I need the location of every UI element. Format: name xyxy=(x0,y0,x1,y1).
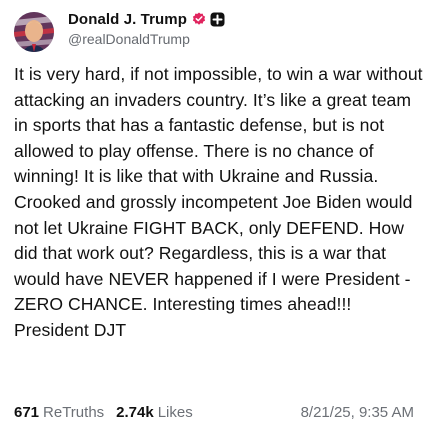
likes-stat[interactable]: 2.74k Likes xyxy=(116,404,193,421)
verified-badge-icon xyxy=(192,12,206,26)
author-display-name[interactable]: Donald J. Trump xyxy=(68,11,187,28)
avatar-image xyxy=(14,12,54,52)
post-stats: 671 ReTruths 2.74k Likes 8/21/25, 9:35 A… xyxy=(14,404,414,426)
post-card: Donald J. Trump @realDonaldTrump It is v… xyxy=(0,0,430,436)
likes-label: Likes xyxy=(157,404,193,421)
author-handle[interactable]: @realDonaldTrump xyxy=(68,31,225,47)
post-header: Donald J. Trump @realDonaldTrump xyxy=(14,8,225,52)
post-timestamp[interactable]: 8/21/25, 9:35 AM xyxy=(301,404,414,421)
truth-social-badge-icon xyxy=(210,12,225,27)
author-identity: Donald J. Trump @realDonaldTrump xyxy=(68,8,225,47)
retruths-stat[interactable]: 671 ReTruths xyxy=(14,404,104,421)
author-name-row: Donald J. Trump xyxy=(68,8,225,30)
retruths-count: 671 xyxy=(14,404,40,421)
retruths-label: ReTruths xyxy=(43,404,105,421)
avatar[interactable] xyxy=(14,12,54,52)
likes-count: 2.74k xyxy=(116,404,154,421)
post-text: It is very hard, if not impossible, to w… xyxy=(14,64,423,340)
